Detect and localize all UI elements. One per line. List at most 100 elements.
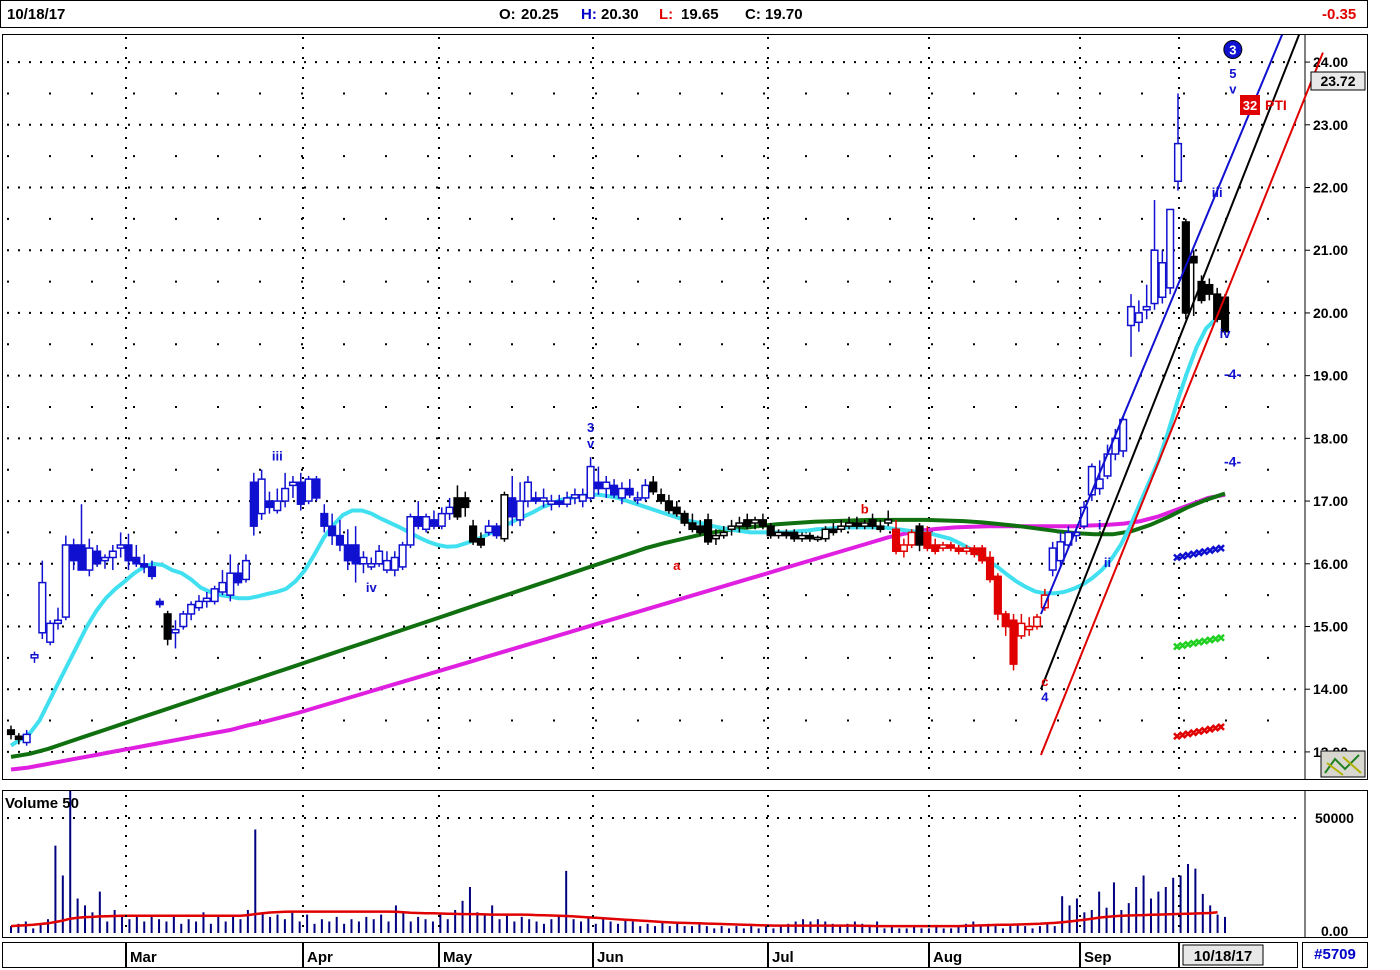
price-tick-label: 15.00	[1313, 618, 1348, 634]
candle-body	[594, 481, 603, 490]
candle-body	[437, 512, 446, 527]
candle-body	[453, 497, 462, 518]
wave-label: b	[861, 502, 869, 517]
target-cross	[1195, 638, 1203, 647]
pti-label: PTI	[1265, 97, 1287, 113]
candle-body	[390, 556, 399, 571]
candle-body	[1126, 305, 1136, 327]
open-label: O:	[499, 6, 516, 23]
price-tick-label: 16.00	[1313, 556, 1348, 572]
candle-body	[210, 588, 219, 603]
candle-body	[202, 597, 211, 603]
candle-body	[14, 735, 23, 741]
target-cross-series	[1173, 544, 1225, 562]
candle-body	[77, 544, 86, 571]
month-label: Jul	[772, 949, 794, 966]
candle-body	[288, 481, 298, 487]
open-value: 20.25	[521, 6, 559, 23]
target-cross	[1189, 639, 1198, 648]
date-axis-svg: Mar Apr May Jun Jul Aug Sep 10/18/17	[125, 943, 1264, 967]
candle-body	[171, 628, 180, 634]
candle-body	[61, 544, 70, 618]
wave-label: v	[587, 436, 595, 451]
ma-mid-line	[10, 491, 1226, 759]
candle-body	[876, 525, 885, 531]
wave-label: v	[1229, 81, 1237, 96]
candle-body	[641, 484, 650, 499]
close-label: C:	[745, 6, 761, 23]
wave-label: iii	[1212, 185, 1223, 200]
last-price-text: 23.72	[1320, 73, 1355, 89]
price-tick-label: 17.00	[1313, 493, 1348, 509]
candle-body	[586, 465, 595, 499]
candle-body	[516, 500, 525, 521]
target-cross	[1173, 732, 1181, 741]
candle-body	[406, 515, 415, 546]
trend-channel-upper	[1040, 35, 1284, 615]
candle-body	[750, 519, 760, 524]
candle-body	[993, 575, 1002, 615]
candle-body	[1150, 249, 1159, 305]
month-label: May	[443, 949, 473, 966]
candle-body	[226, 572, 235, 596]
high-label: H:	[581, 6, 597, 23]
price-chart[interactable]: 13.0014.0015.0016.0017.0018.0019.0020.00…	[3, 35, 1367, 779]
candle-body	[758, 519, 767, 527]
candle-body	[531, 497, 540, 502]
target-cross	[1189, 550, 1198, 558]
candle-body	[868, 519, 877, 527]
candle-body	[116, 544, 125, 549]
candle-body	[140, 563, 149, 568]
quote-header: 10/18/17 O: 20.25 H: 20.30 L: 19.65 C: 1…	[0, 0, 1368, 28]
candle-body	[899, 544, 908, 552]
candle-body	[351, 544, 360, 565]
candle-body	[656, 494, 666, 502]
target-cross	[1217, 722, 1225, 731]
candle-body	[703, 519, 713, 543]
price-chart-panel[interactable]: 13.0014.0015.0016.0017.0018.0019.0020.00…	[2, 34, 1368, 780]
close-value: 19.70	[765, 6, 803, 23]
candle-body	[563, 497, 572, 505]
candle-body	[923, 531, 932, 549]
candle-body	[946, 544, 955, 549]
candle-body	[985, 556, 995, 581]
pti-badge: 32 PTI	[1240, 95, 1287, 115]
candle-body	[1158, 262, 1167, 299]
candle-body	[570, 494, 580, 499]
candle-body	[1142, 305, 1151, 311]
current-date-label: 10/18/17	[1194, 948, 1252, 965]
target-cross	[1200, 726, 1209, 735]
candle-body	[249, 481, 258, 527]
candle-body	[1173, 142, 1183, 182]
candle-body	[422, 515, 431, 531]
candle-body	[241, 559, 251, 581]
candle-body	[743, 519, 752, 527]
volume-chart[interactable]: 50000 0.00 Volume 50	[3, 791, 1367, 937]
candle-body	[1017, 622, 1026, 637]
candle-body	[132, 556, 141, 565]
candle-body	[555, 500, 564, 505]
target-cross-series	[1173, 722, 1225, 741]
candle-body	[954, 547, 963, 552]
candle-body	[625, 487, 634, 496]
month-label: Sep	[1084, 949, 1112, 966]
target-cross	[1178, 552, 1187, 561]
volume-panel[interactable]: 50000 0.00 Volume 50	[2, 790, 1368, 938]
target-cross	[1200, 637, 1209, 645]
candle-body	[218, 581, 227, 593]
candle-body	[672, 506, 681, 515]
symbol-badge: #5709	[1302, 942, 1368, 968]
candle-body	[155, 600, 164, 606]
candle-body	[100, 556, 110, 562]
candle-body	[461, 497, 470, 509]
price-tick-label: 20.00	[1313, 305, 1348, 321]
candle-body	[1032, 616, 1042, 628]
candle-body	[844, 522, 854, 527]
candle-body	[359, 556, 368, 565]
candle-body	[147, 566, 157, 578]
wave-label: iv	[1220, 326, 1232, 341]
candle-body	[492, 525, 501, 537]
target-cross	[1195, 727, 1203, 736]
change-value: -0.35	[1322, 6, 1357, 23]
month-label: Apr	[307, 949, 333, 966]
